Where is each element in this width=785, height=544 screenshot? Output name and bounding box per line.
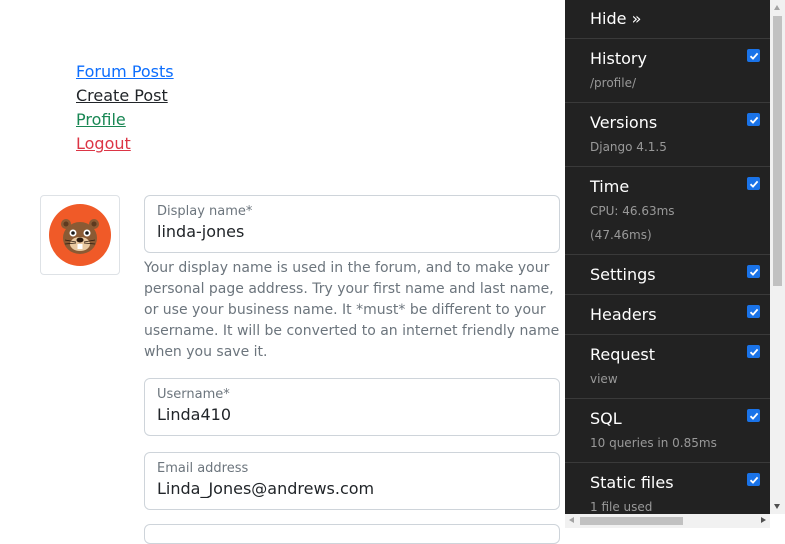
panel-checkbox[interactable]: [747, 113, 760, 126]
panel-title: Static files: [590, 473, 674, 492]
email-label: Email address: [157, 461, 249, 476]
vertical-scroll-thumb[interactable]: [773, 16, 782, 286]
email-input[interactable]: [157, 479, 547, 498]
panel-headers[interactable]: Headers: [565, 295, 770, 335]
next-field[interactable]: [144, 524, 560, 544]
panel-subtitle: /profile/: [590, 76, 636, 90]
display-name-field[interactable]: Display name*: [144, 195, 560, 253]
panel-checkbox[interactable]: [747, 49, 760, 62]
panel-checkbox[interactable]: [747, 177, 760, 190]
panel-sql[interactable]: SQL 10 queries in 0.85ms: [565, 399, 770, 463]
main-nav: Forum Posts Create Post Profile Logout: [76, 60, 174, 156]
panel-title: Settings: [590, 265, 656, 284]
panel-subtitle: view: [590, 372, 618, 386]
scroll-right-arrow-icon[interactable]: [761, 517, 766, 523]
vertical-scrollbar[interactable]: [770, 0, 785, 514]
display-name-help-text: Your display name is used in the forum, …: [144, 260, 560, 360]
logout-link[interactable]: Logout: [76, 132, 174, 156]
create-post-link[interactable]: Create Post: [76, 84, 174, 108]
panel-title: Time: [590, 177, 630, 196]
horizontal-scroll-thumb[interactable]: [580, 517, 683, 525]
username-field[interactable]: Username*: [144, 378, 560, 436]
email-field[interactable]: Email address: [144, 452, 560, 510]
panel-title: Headers: [590, 305, 657, 324]
panel-request[interactable]: Request view: [565, 335, 770, 399]
avatar[interactable]: [40, 195, 120, 275]
display-name-label: Display name*: [157, 204, 253, 219]
username-label: Username*: [157, 387, 230, 402]
debug-toolbar: Hide » History /profile/ Versions Django…: [565, 0, 770, 528]
hide-toolbar-button[interactable]: Hide »: [565, 0, 770, 39]
forum-posts-link[interactable]: Forum Posts: [76, 60, 174, 84]
scroll-up-arrow-icon[interactable]: [774, 5, 780, 10]
panel-checkbox[interactable]: [747, 305, 760, 318]
panel-time[interactable]: Time CPU: 46.63ms (47.46ms): [565, 167, 770, 255]
panel-checkbox[interactable]: [747, 409, 760, 422]
panel-subtitle: Django 4.1.5: [590, 140, 667, 154]
panel-title: SQL: [590, 409, 622, 428]
username-input[interactable]: [157, 405, 547, 424]
panel-settings[interactable]: Settings: [565, 255, 770, 295]
panel-checkbox[interactable]: [747, 473, 760, 486]
panel-subtitle: CPU: 46.63ms (47.46ms): [590, 204, 675, 242]
panel-title: Request: [590, 345, 655, 364]
panel-subtitle: 10 queries in 0.85ms: [590, 436, 717, 450]
panel-history[interactable]: History /profile/: [565, 39, 770, 103]
scroll-down-arrow-icon[interactable]: [774, 504, 780, 509]
display-name-input[interactable]: [157, 222, 547, 241]
panel-checkbox[interactable]: [747, 345, 760, 358]
panel-versions[interactable]: Versions Django 4.1.5: [565, 103, 770, 167]
panel-title: History: [590, 49, 647, 68]
profile-link[interactable]: Profile: [76, 108, 174, 132]
panel-checkbox[interactable]: [747, 265, 760, 278]
panel-title: Versions: [590, 113, 658, 132]
horizontal-scrollbar[interactable]: [565, 514, 770, 528]
scroll-left-arrow-icon[interactable]: [569, 517, 574, 523]
beaver-avatar-icon: [49, 204, 111, 266]
